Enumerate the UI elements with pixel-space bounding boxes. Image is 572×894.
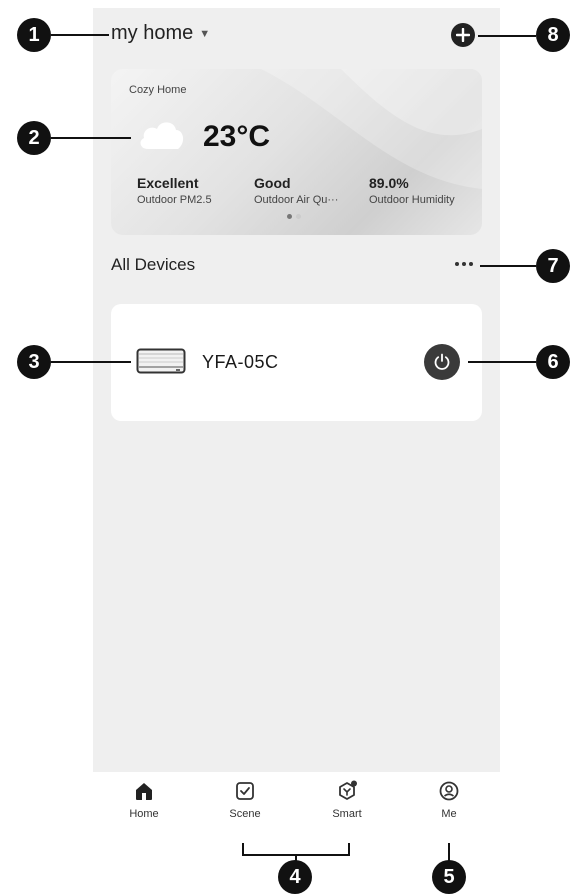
- ellipsis-icon: [462, 262, 466, 266]
- weather-stat-value: 89.0%: [369, 175, 409, 191]
- callout-line-7: [480, 265, 536, 267]
- callout-badge-2: 2: [17, 121, 51, 155]
- profile-icon: [439, 781, 459, 801]
- tab-me[interactable]: Me: [414, 780, 484, 820]
- weather-stat-humidity: 89.0% Outdoor Humidity: [369, 175, 455, 206]
- tab-label: Smart: [332, 808, 362, 820]
- power-button[interactable]: [424, 344, 460, 380]
- bottom-tab-bar: Home Scene Smart Me: [93, 772, 500, 832]
- weather-card[interactable]: Cozy Home 23°C Excellent Outdoor PM2.5 G…: [111, 69, 482, 235]
- callout-badge-8: 8: [536, 18, 570, 52]
- temperature: 23°C: [203, 120, 271, 153]
- callout-line-3: [51, 361, 131, 363]
- callout-line-8: [478, 35, 536, 37]
- ellipsis-icon: [455, 262, 459, 266]
- power-icon: [434, 353, 450, 370]
- tab-smart[interactable]: Smart: [312, 780, 382, 820]
- page-indicator: [287, 214, 301, 219]
- tab-home[interactable]: Home: [109, 780, 179, 820]
- callout-badge-1: 1: [17, 18, 51, 52]
- device-name: YFA-05C: [202, 352, 279, 372]
- callout-badge-3: 3: [17, 345, 51, 379]
- home-icon: [136, 783, 152, 800]
- weather-stat-value: Excellent: [137, 175, 199, 191]
- plus-icon: [456, 28, 470, 42]
- tab-label: Scene: [229, 808, 261, 820]
- callout-badge-5: 5: [432, 860, 466, 894]
- device-card[interactable]: YFA-05C: [111, 304, 482, 421]
- weather-stat-label: Outdoor Humidity: [369, 194, 455, 206]
- home-name: my home: [111, 22, 194, 44]
- cloud-icon: [140, 122, 184, 149]
- callout-badge-6: 6: [536, 345, 570, 379]
- page-dot-active: [287, 214, 292, 219]
- home-selector[interactable]: my home ▼: [111, 22, 210, 45]
- more-options-button[interactable]: [449, 254, 479, 274]
- callout-badge-4: 4: [278, 860, 312, 894]
- chevron-down-icon: ▼: [199, 27, 211, 40]
- add-device-button[interactable]: [451, 23, 475, 47]
- tab-label: Home: [129, 808, 159, 820]
- weather-stat-label: Outdoor PM2.5: [137, 194, 212, 206]
- weather-location: Cozy Home: [129, 84, 187, 96]
- callout-line-1: [51, 34, 109, 36]
- weather-stat-air-quality: Good Outdoor Air Qu···: [254, 175, 338, 206]
- ellipsis-icon: [469, 262, 473, 266]
- callout-line-6: [468, 361, 536, 363]
- page-dot: [296, 214, 301, 219]
- section-title-all-devices: All Devices: [111, 255, 196, 274]
- callout-line-2: [51, 137, 131, 139]
- smart-icon: [339, 780, 357, 800]
- weather-stat-value: Good: [254, 175, 291, 191]
- tab-label: Me: [441, 808, 457, 820]
- callout-badge-7: 7: [536, 249, 570, 283]
- scene-checkbox-icon: [236, 782, 254, 800]
- weather-stat-label: Outdoor Air Qu···: [254, 194, 339, 206]
- weather-stat-pm25: Excellent Outdoor PM2.5: [137, 175, 212, 206]
- tab-scene[interactable]: Scene: [210, 780, 280, 820]
- air-conditioner-icon: [136, 348, 186, 374]
